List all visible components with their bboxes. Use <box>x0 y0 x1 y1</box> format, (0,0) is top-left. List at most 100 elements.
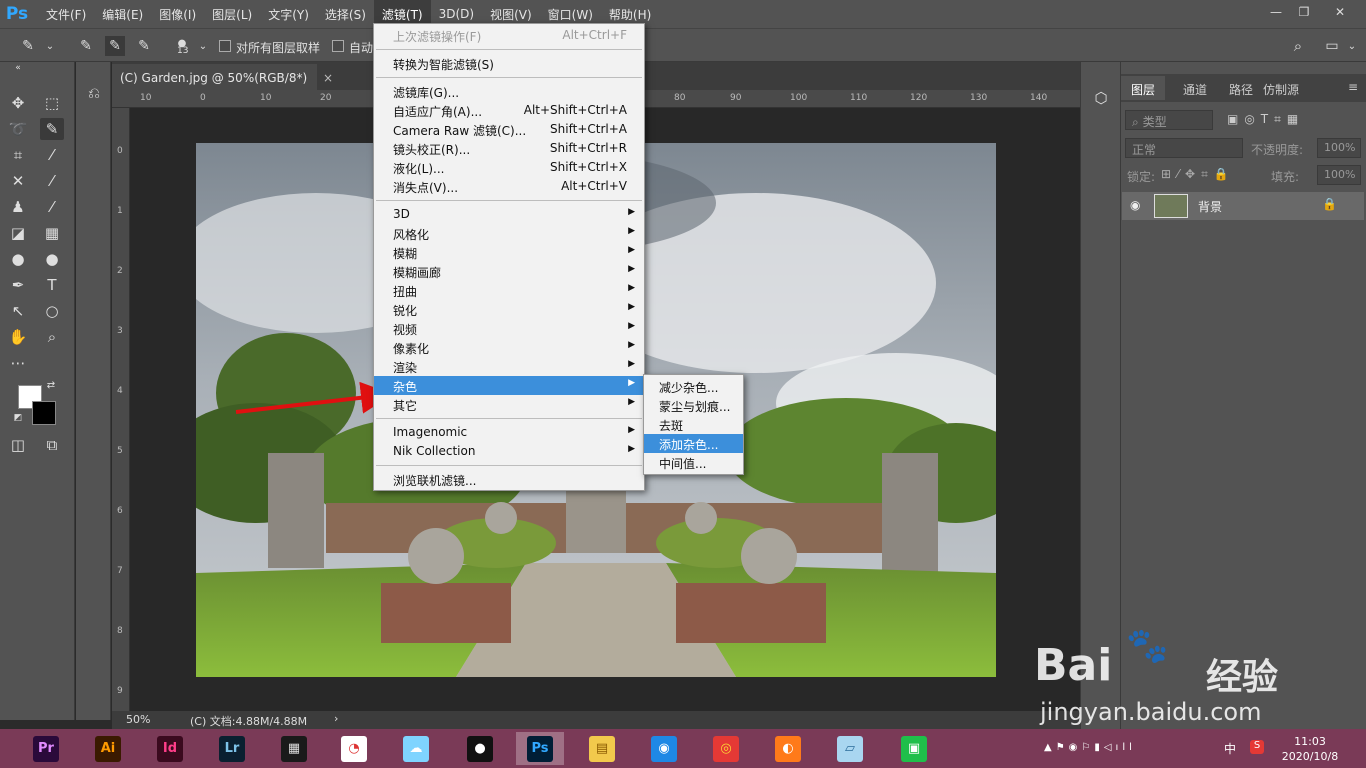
swap-colors-icon[interactable]: ⇄ <box>44 378 58 392</box>
pen-tool-icon[interactable]: ✒ <box>6 274 30 296</box>
zoom-tool-icon[interactable]: ⌕ <box>40 326 64 348</box>
default-colors-icon[interactable]: ◩ <box>12 412 24 424</box>
layer-row[interactable]: ◉ 背景 🔒 <box>1122 192 1364 220</box>
history-brush-icon[interactable]: ⁄ <box>40 196 64 218</box>
move-tool-icon[interactable]: ✥ <box>6 92 30 114</box>
marquee-tool-icon[interactable]: ⬚ <box>40 92 64 114</box>
taskbar-qq-icon[interactable]: ● <box>456 732 504 765</box>
menu-1[interactable]: 编辑(E) <box>94 0 151 28</box>
menu-category-3[interactable]: 模糊画廊 ▶ <box>374 262 644 281</box>
tab-0[interactable]: 图层 <box>1121 76 1166 100</box>
blend-mode-select[interactable]: 正常 <box>1125 138 1243 158</box>
menu-filter-1[interactable]: 自适应广角(A)... Alt+Shift+Ctrl+A <box>374 101 644 120</box>
kind-filter[interactable]: ⌕ 类型 <box>1125 110 1213 130</box>
sample-all-layers-checkbox[interactable] <box>219 40 231 52</box>
menu-0[interactable]: 文件(F) <box>38 0 94 28</box>
menu-filter-2[interactable]: Camera Raw 滤镜(C)... Shift+Ctrl+A <box>374 120 644 139</box>
more-tools-icon[interactable]: ⋯ <box>6 352 30 374</box>
path-selection-icon[interactable]: ↖ <box>6 300 30 322</box>
taskbar-video-icon[interactable]: ▦ <box>270 732 318 765</box>
chevron-down-icon[interactable]: ⌄ <box>1342 36 1362 56</box>
search-icon[interactable]: ⌕ <box>1288 36 1308 56</box>
crop-tool-icon[interactable]: ⌗ <box>6 144 30 166</box>
collapse-icon[interactable]: « <box>6 63 30 73</box>
menu-category-8[interactable]: 渲染 ▶ <box>374 357 644 376</box>
clock[interactable]: 11:03 2020/10/8 <box>1280 734 1340 764</box>
menu-plugin-1[interactable]: Nik Collection ▶ <box>374 442 644 461</box>
menu-4[interactable]: 文字(Y) <box>260 0 317 28</box>
menu-category-2[interactable]: 模糊 ▶ <box>374 243 644 262</box>
menu-category-10[interactable]: 其它 ▶ <box>374 395 644 414</box>
type-tool-icon[interactable]: T <box>40 274 64 296</box>
history-panel-icon[interactable]: ⎌ <box>82 82 106 104</box>
noise-item-3[interactable]: 添加杂色... <box>644 434 743 453</box>
subtract-selection-icon[interactable]: ✎ <box>134 36 154 56</box>
restore-button[interactable]: ❐ <box>1292 2 1316 22</box>
quick-selection-tool-icon[interactable]: ✎ <box>18 36 38 56</box>
taskbar-notes-icon[interactable]: ▱ <box>826 732 874 765</box>
menu-category-9[interactable]: 杂色 ▶ <box>374 376 644 395</box>
menu-3[interactable]: 图层(L) <box>204 0 260 28</box>
ime-indicator[interactable]: 中 <box>1224 740 1236 757</box>
noise-item-2[interactable]: 去斑 <box>644 415 743 434</box>
gradient-tool-icon[interactable]: ▦ <box>40 222 64 244</box>
eyedropper-tool-icon[interactable]: ⁄ <box>40 144 64 166</box>
menu-category-5[interactable]: 锐化 ▶ <box>374 300 644 319</box>
menu-category-6[interactable]: 视频 ▶ <box>374 319 644 338</box>
quick-selection-tool-icon[interactable]: ✎ <box>40 118 64 140</box>
new-selection-icon[interactable]: ✎ <box>76 36 96 56</box>
zoom-level[interactable]: 50% <box>126 713 150 726</box>
sogou-icon[interactable]: S <box>1250 740 1264 754</box>
taskbar-player-icon[interactable]: ◔ <box>330 732 378 765</box>
healing-tool-icon[interactable]: ✕ <box>6 170 30 192</box>
taskbar-green-icon[interactable]: ▣ <box>890 732 938 765</box>
close-tab-icon[interactable]: × <box>323 71 333 85</box>
dodge-tool-icon[interactable]: ● <box>40 248 64 270</box>
menu-5[interactable]: 选择(S) <box>317 0 374 28</box>
hand-tool-icon[interactable]: ✋ <box>6 326 30 348</box>
filter-icons[interactable]: ▣◎T⌗▦ <box>1227 112 1304 127</box>
menu-browse-online[interactable]: 浏览联机滤镜... <box>374 470 644 489</box>
taskbar-browser-icon[interactable]: ◉ <box>640 732 688 765</box>
ellipse-tool-icon[interactable]: ○ <box>40 300 64 322</box>
menu-category-4[interactable]: 扭曲 ▶ <box>374 281 644 300</box>
taskbar-chat-icon[interactable]: ☁ <box>392 732 440 765</box>
opacity-input[interactable]: 100% <box>1317 138 1361 158</box>
menu-filter-3[interactable]: 镜头校正(R)... Shift+Ctrl+R <box>374 139 644 158</box>
menu-filter-0[interactable]: 滤镜库(G)... <box>374 82 644 101</box>
eye-icon[interactable]: ◉ <box>1130 198 1140 212</box>
eraser-tool-icon[interactable]: ◪ <box>6 222 30 244</box>
panel-menu-icon[interactable]: ≡ <box>1348 80 1358 94</box>
system-tray-icons[interactable]: ▲⚑◉⚐▮◁ıll <box>1044 742 1136 753</box>
taskbar-photoshop-icon[interactable]: Ps <box>516 732 564 765</box>
chevron-down-icon[interactable]: ⌄ <box>193 36 213 56</box>
lasso-tool-icon[interactable]: ➰ <box>6 118 30 140</box>
close-button[interactable]: ✕ <box>1328 2 1352 22</box>
noise-item-4[interactable]: 中间值... <box>644 453 743 472</box>
brush-tool-icon[interactable]: ⁄ <box>40 170 64 192</box>
menu-category-0[interactable]: 3D ▶ <box>374 205 644 224</box>
chevron-right-icon[interactable]: › <box>334 712 338 725</box>
menu-last-filter[interactable]: 上次滤镜操作(F) Alt+Ctrl+F <box>374 26 644 45</box>
menu-filter-4[interactable]: 液化(L)... Shift+Ctrl+X <box>374 158 644 177</box>
stamp-tool-icon[interactable]: ♟ <box>6 196 30 218</box>
menu-category-1[interactable]: 风格化 ▶ <box>374 224 644 243</box>
3d-panel-icon[interactable]: ⬡ <box>1089 87 1113 109</box>
workspace-icon[interactable]: ▭ <box>1322 36 1342 56</box>
menu-plugin-0[interactable]: Imagenomic ▶ <box>374 423 644 442</box>
taskbar-explorer-icon[interactable]: ▤ <box>578 732 626 765</box>
quick-mask-icon[interactable]: ◫ <box>6 434 30 456</box>
taskbar-chrome-icon[interactable]: ◎ <box>702 732 750 765</box>
add-to-selection-icon[interactable]: ✎ <box>105 36 125 56</box>
document-tab[interactable]: (C) Garden.jpg @ 50%(RGB/8*) × <box>112 64 333 90</box>
taskbar-illustrator-icon[interactable]: Ai <box>84 732 132 765</box>
menu-category-7[interactable]: 像素化 ▶ <box>374 338 644 357</box>
chevron-down-icon[interactable]: ⌄ <box>40 36 60 56</box>
taskbar-premiere-icon[interactable]: Pr <box>22 732 70 765</box>
auto-enhance-checkbox[interactable] <box>332 40 344 52</box>
noise-item-1[interactable]: 蒙尘与划痕... <box>644 396 743 415</box>
background-color-swatch[interactable] <box>32 401 56 425</box>
menu-2[interactable]: 图像(I) <box>151 0 204 28</box>
taskbar-indesign-icon[interactable]: Id <box>146 732 194 765</box>
taskbar-lightroom-icon[interactable]: Lr <box>208 732 256 765</box>
